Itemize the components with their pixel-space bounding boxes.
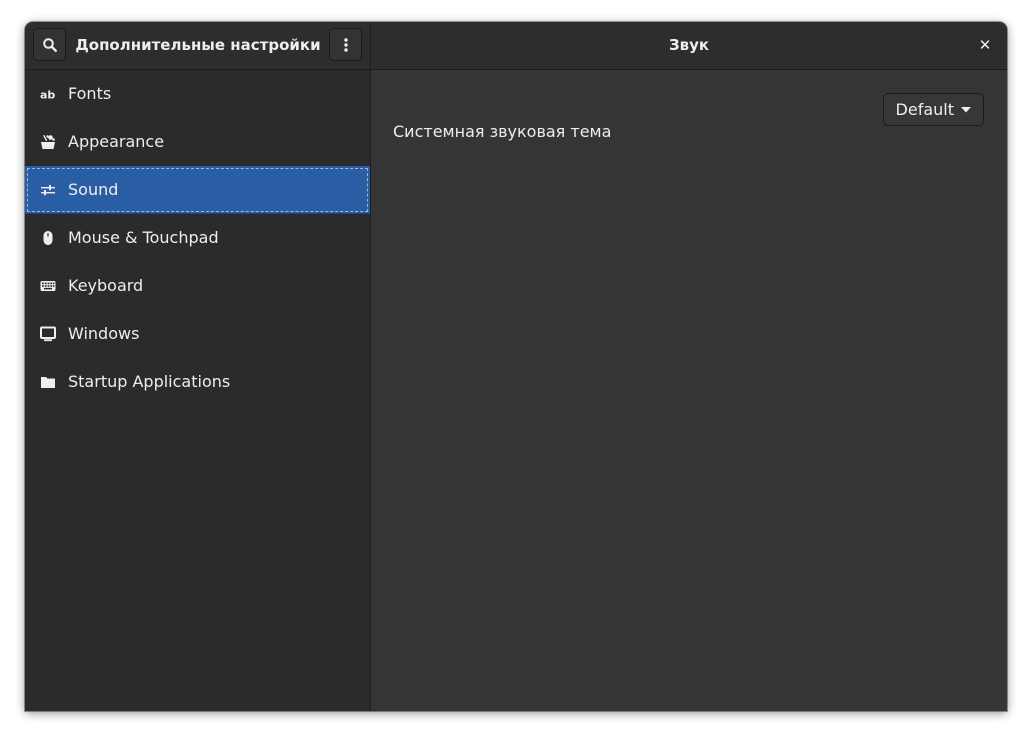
sidebar-item-windows[interactable]: Windows	[25, 310, 370, 358]
close-button[interactable]: ✕	[975, 35, 995, 55]
keyboard-icon	[40, 278, 56, 294]
sound-panel: Системная звуковая тема Default	[371, 70, 1007, 711]
sidebar-item-mouse-touchpad[interactable]: Mouse & Touchpad	[25, 214, 370, 262]
search-button[interactable]	[33, 28, 66, 61]
sidebar-item-appearance[interactable]: Appearance	[25, 118, 370, 166]
dropdown-arrow-icon	[961, 106, 971, 113]
main-menu-button[interactable]	[329, 28, 362, 61]
sidebar-item-label: Appearance	[68, 132, 165, 151]
sidebar-item-label: Mouse & Touchpad	[68, 228, 219, 247]
tweaks-window: Дополнительные настройки Звук ✕ ab Fonts	[25, 22, 1007, 711]
mouse-icon	[40, 230, 56, 246]
sidebar-item-label: Fonts	[68, 84, 112, 103]
monitor-icon	[40, 326, 56, 342]
more-vertical-icon	[343, 37, 348, 52]
appearance-icon	[40, 134, 56, 150]
sound-sliders-icon	[40, 182, 56, 198]
sidebar-item-label: Startup Applications	[68, 372, 231, 391]
search-icon	[42, 37, 57, 52]
sound-theme-label: Системная звуковая тема	[393, 122, 612, 141]
fonts-icon: ab	[40, 86, 56, 102]
sidebar-item-keyboard[interactable]: Keyboard	[25, 262, 370, 310]
sidebar-item-label: Keyboard	[68, 276, 144, 295]
sidebar-item-label: Windows	[68, 324, 140, 343]
sidebar-item-startup-applications[interactable]: Startup Applications	[25, 358, 370, 406]
svg-text:ab: ab	[40, 88, 55, 101]
sidebar-item-fonts[interactable]: ab Fonts	[25, 70, 370, 118]
sound-theme-value: Default	[895, 100, 954, 119]
sidebar-item-label: Sound	[68, 180, 119, 199]
sidebar-header: Дополнительные настройки	[25, 22, 371, 69]
folder-icon	[40, 374, 56, 390]
sidebar: ab Fonts Appearance Sound Mouse & Touchp…	[25, 70, 371, 711]
sidebar-title: Дополнительные настройки	[75, 36, 321, 54]
header-bar: Дополнительные настройки Звук ✕	[25, 22, 1007, 70]
sidebar-item-sound[interactable]: Sound	[25, 166, 370, 214]
close-icon: ✕	[978, 36, 992, 54]
panel-title: Звук	[668, 36, 710, 54]
sound-theme-dropdown[interactable]: Default	[882, 93, 984, 126]
